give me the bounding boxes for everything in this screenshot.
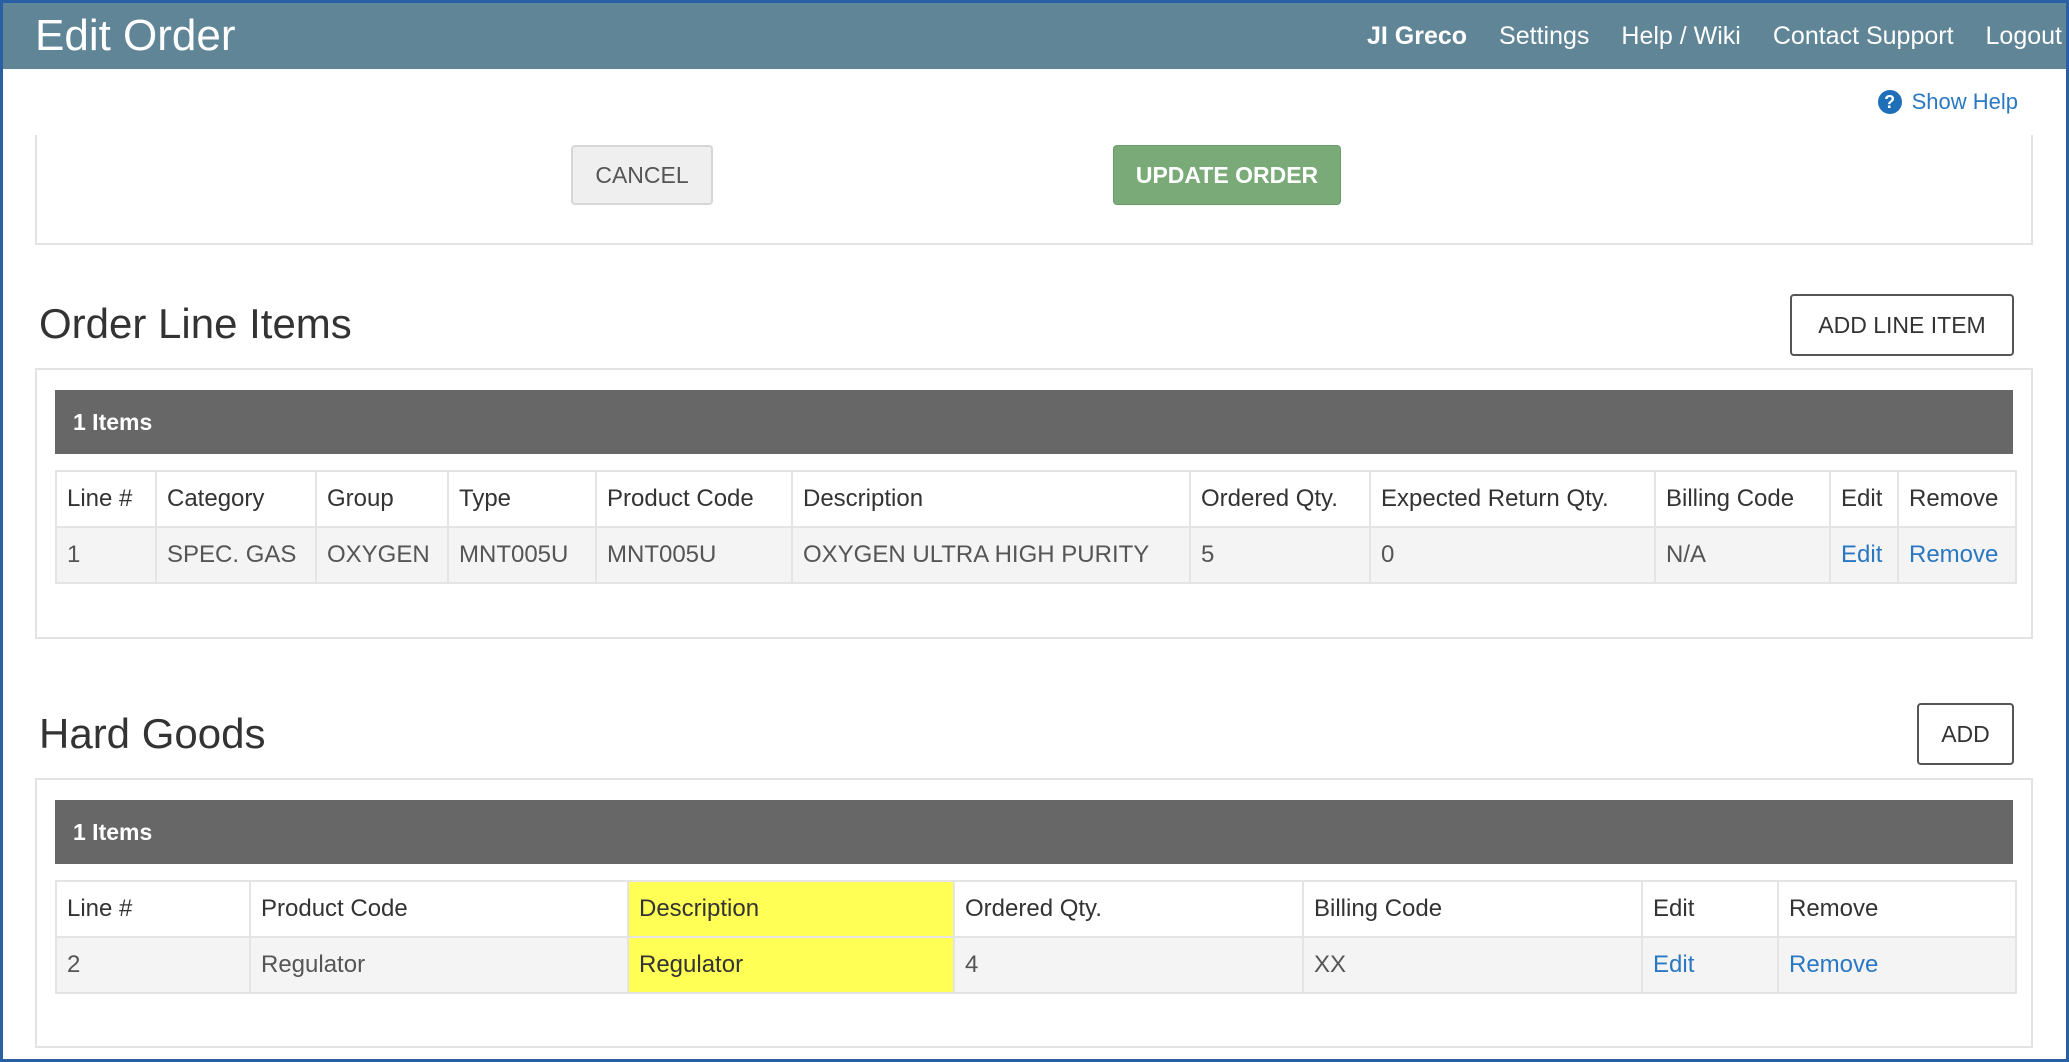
column-header: Edit (1641, 880, 1779, 938)
column-header: Type (447, 470, 597, 528)
cancel-button[interactable]: CANCEL (571, 145, 713, 205)
column-header: Category (155, 470, 317, 528)
column-header-highlighted: Description (627, 880, 955, 938)
column-header: Ordered Qty. (1189, 470, 1371, 528)
contact-support-link[interactable]: Contact Support (1773, 21, 1954, 51)
app-frame: Edit Order JI Greco Settings Help / Wiki… (0, 0, 2069, 1062)
column-header: Line # (55, 880, 251, 938)
question-circle-icon: ? (1877, 90, 1902, 114)
settings-link[interactable]: Settings (1499, 21, 1589, 51)
column-header: Group (315, 470, 449, 528)
billing-code-cell: N/A (1654, 526, 1831, 584)
description-cell-highlighted: Regulator (627, 936, 955, 994)
hard-goods-count-header: 1 Items (55, 800, 2013, 864)
line-number-cell: 1 (55, 526, 157, 584)
product-code-cell: MNT005U (595, 526, 793, 584)
table-header-row: Line # Product Code Description Ordered … (55, 880, 2017, 938)
edit-line-item-link[interactable]: Edit (1829, 526, 1899, 584)
show-help-link[interactable]: ? Show Help (1877, 89, 2018, 115)
column-header: Expected Return Qty. (1369, 470, 1656, 528)
add-line-item-button[interactable]: ADD LINE ITEM (1790, 294, 2014, 356)
line-items-table: Line # Category Group Type Product Code … (55, 470, 2017, 584)
add-hard-good-button[interactable]: ADD (1917, 703, 2014, 765)
show-help-label: Show Help (1911, 89, 2018, 114)
line-items-count-header: 1 Items (55, 390, 2013, 454)
column-header: Product Code (595, 470, 793, 528)
type-cell: MNT005U (447, 526, 597, 584)
column-header: Description (791, 470, 1191, 528)
table-row: 2 Regulator Regulator 4 XX Edit Remove (55, 936, 2017, 994)
table-row: 1 SPEC. GAS OXYGEN MNT005U MNT005U OXYGE… (55, 526, 2017, 584)
order-line-items-title: Order Line Items (39, 300, 352, 347)
table-header-row: Line # Category Group Type Product Code … (55, 470, 2017, 528)
group-cell: OXYGEN (315, 526, 449, 584)
hard-goods-title: Hard Goods (39, 710, 266, 757)
edit-hard-good-link[interactable]: Edit (1641, 936, 1779, 994)
ordered-qty-cell: 4 (953, 936, 1304, 994)
hard-goods-table: Line # Product Code Description Ordered … (55, 880, 2017, 994)
page-title: Edit Order (35, 11, 236, 60)
column-header: Remove (1777, 880, 2017, 938)
order-line-items-panel: 1 Items Line # Category Group Type Produ… (35, 368, 2033, 639)
line-number-cell: 2 (55, 936, 251, 994)
top-bar: Edit Order JI Greco Settings Help / Wiki… (3, 3, 2066, 69)
top-nav: JI Greco Settings Help / Wiki Contact Su… (1367, 21, 2062, 51)
billing-code-cell: XX (1302, 936, 1643, 994)
remove-hard-good-link[interactable]: Remove (1777, 936, 2017, 994)
ordered-qty-cell: 5 (1189, 526, 1371, 584)
expected-return-qty-cell: 0 (1369, 526, 1656, 584)
product-code-cell: Regulator (249, 936, 629, 994)
description-cell: OXYGEN ULTRA HIGH PURITY (791, 526, 1191, 584)
update-order-button[interactable]: UPDATE ORDER (1113, 145, 1341, 205)
hard-goods-panel: 1 Items Line # Product Code Description … (35, 778, 2033, 1048)
user-name-link[interactable]: JI Greco (1367, 21, 1467, 51)
help-wiki-link[interactable]: Help / Wiki (1621, 21, 1740, 51)
column-header: Product Code (249, 880, 629, 938)
column-header: Remove (1897, 470, 2017, 528)
logout-link[interactable]: Logout (1986, 21, 2062, 51)
category-cell: SPEC. GAS (155, 526, 317, 584)
column-header: Ordered Qty. (953, 880, 1304, 938)
column-header: Billing Code (1654, 470, 1831, 528)
column-header: Billing Code (1302, 880, 1643, 938)
column-header: Edit (1829, 470, 1899, 528)
remove-line-item-link[interactable]: Remove (1897, 526, 2017, 584)
order-actions-bar: CANCEL UPDATE ORDER (35, 135, 2033, 245)
column-header: Line # (55, 470, 157, 528)
